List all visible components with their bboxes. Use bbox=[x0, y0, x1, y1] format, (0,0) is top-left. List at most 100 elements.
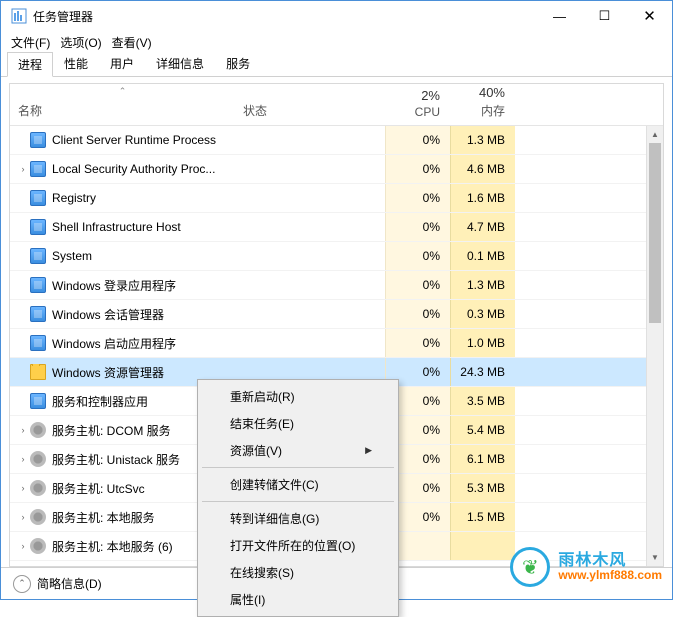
process-cpu: 0% bbox=[385, 184, 450, 212]
memory-percent: 40% bbox=[479, 85, 505, 100]
column-memory-label: 内存 bbox=[481, 102, 505, 119]
expand-icon[interactable]: › bbox=[16, 425, 30, 435]
tab-users[interactable]: 用户 bbox=[99, 51, 145, 76]
process-icon bbox=[30, 219, 46, 235]
process-memory: 0.3 MB bbox=[450, 300, 515, 328]
process-row[interactable]: Client Server Runtime Process0%1.3 MB bbox=[10, 126, 663, 155]
process-name: Windows 启动应用程序 bbox=[52, 335, 176, 352]
process-row[interactable]: System0%0.1 MB bbox=[10, 242, 663, 271]
ctx-end-task[interactable]: 结束任务(E) bbox=[200, 410, 396, 437]
tabbar: 进程 性能 用户 详细信息 服务 bbox=[1, 53, 672, 77]
watermark-logo-icon: ❦ bbox=[510, 547, 550, 587]
process-row[interactable]: Windows 登录应用程序 0%1.3 MB bbox=[10, 271, 663, 300]
tab-services[interactable]: 服务 bbox=[215, 51, 261, 76]
tab-details[interactable]: 详细信息 bbox=[145, 51, 215, 76]
process-cpu: 0% bbox=[385, 300, 450, 328]
window-controls: — ☐ ✕ bbox=[537, 1, 672, 31]
menubar: 文件(F) 选项(O) 查看(V) bbox=[1, 31, 672, 53]
process-icon bbox=[30, 277, 46, 293]
ctx-separator bbox=[202, 501, 394, 502]
watermark: ❦ 雨林木风 www.ylmf888.com bbox=[510, 547, 662, 587]
process-cpu: 0% bbox=[385, 213, 450, 241]
expand-icon[interactable]: › bbox=[16, 483, 30, 493]
watermark-brand: 雨林木风 bbox=[558, 552, 662, 570]
process-row[interactable]: Shell Infrastructure Host 0%4.7 MB bbox=[10, 213, 663, 242]
ctx-resource-values[interactable]: 资源值(V)▶ bbox=[200, 437, 396, 464]
process-icon bbox=[30, 364, 46, 380]
menu-file[interactable]: 文件(F) bbox=[11, 34, 50, 51]
process-name: 服务主机: 本地服务 bbox=[52, 509, 155, 526]
submenu-arrow-icon: ▶ bbox=[365, 445, 372, 456]
minimize-button[interactable]: — bbox=[537, 1, 582, 31]
process-icon bbox=[30, 335, 46, 351]
process-icon bbox=[30, 306, 46, 322]
tab-performance[interactable]: 性能 bbox=[53, 51, 99, 76]
process-memory: 3.5 MB bbox=[450, 387, 515, 415]
process-row[interactable]: › Local Security Authority Proc... 0%4.6 M… bbox=[10, 155, 663, 184]
process-name: Local Security Authority Proc... bbox=[52, 162, 215, 176]
process-name: 服务主机: 本地服务 (6) bbox=[52, 538, 173, 555]
app-icon bbox=[11, 8, 27, 24]
ctx-restart[interactable]: 重新启动(R) bbox=[200, 383, 396, 410]
column-cpu-label: CPU bbox=[415, 105, 440, 119]
process-memory: 6.1 MB bbox=[450, 445, 515, 473]
process-icon bbox=[30, 422, 46, 438]
process-row[interactable]: Windows 启动应用程序0%1.0 MB bbox=[10, 329, 663, 358]
process-memory: 1.3 MB bbox=[450, 271, 515, 299]
process-icon bbox=[30, 248, 46, 264]
expand-icon[interactable]: › bbox=[16, 512, 30, 522]
process-name: 服务和控制器应用 bbox=[52, 393, 148, 410]
scrollbar-thumb[interactable] bbox=[649, 143, 661, 323]
column-name[interactable]: ⌃ 名称 bbox=[10, 84, 235, 125]
column-cpu[interactable]: 2% CPU bbox=[385, 84, 450, 125]
process-name: Windows 会话管理器 bbox=[52, 306, 164, 323]
process-memory: 1.5 MB bbox=[450, 503, 515, 531]
cpu-percent: 2% bbox=[421, 88, 440, 103]
expand-icon[interactable]: › bbox=[16, 541, 30, 551]
ctx-go-details[interactable]: 转到详细信息(G) bbox=[200, 505, 396, 532]
column-memory[interactable]: 40% 内存 bbox=[450, 84, 515, 125]
process-name: Registry bbox=[52, 191, 96, 205]
tab-processes[interactable]: 进程 bbox=[7, 52, 53, 77]
fewer-details-label[interactable]: 简略信息(D) bbox=[37, 575, 102, 592]
ctx-search-online[interactable]: 在线搜索(S) bbox=[200, 559, 396, 586]
process-icon bbox=[30, 509, 46, 525]
watermark-url: www.ylmf888.com bbox=[558, 569, 662, 582]
process-icon bbox=[30, 538, 46, 554]
context-menu: 重新启动(R) 结束任务(E) 资源值(V)▶ 创建转储文件(C) 转到详细信息… bbox=[197, 379, 399, 617]
process-name: System bbox=[52, 249, 92, 263]
process-icon bbox=[30, 132, 46, 148]
watermark-text: 雨林木风 www.ylmf888.com bbox=[558, 552, 662, 583]
menu-view[interactable]: 查看(V) bbox=[112, 34, 152, 51]
process-memory: 4.6 MB bbox=[450, 155, 515, 183]
process-memory: 4.7 MB bbox=[450, 213, 515, 241]
process-icon bbox=[30, 190, 46, 206]
process-name: Windows 资源管理器 bbox=[52, 364, 164, 381]
titlebar: 任务管理器 — ☐ ✕ bbox=[1, 1, 672, 31]
ctx-create-dump[interactable]: 创建转储文件(C) bbox=[200, 471, 396, 498]
fewer-details-icon[interactable]: ⌃ bbox=[13, 575, 31, 593]
process-memory: 0.1 MB bbox=[450, 242, 515, 270]
process-cpu: 0% bbox=[385, 155, 450, 183]
process-name: 服务主机: DCOM 服务 bbox=[52, 422, 171, 439]
expand-icon[interactable]: › bbox=[16, 164, 30, 174]
process-memory: 1.6 MB bbox=[450, 184, 515, 212]
expand-icon[interactable]: › bbox=[16, 454, 30, 464]
ctx-separator bbox=[202, 467, 394, 468]
process-name: Windows 登录应用程序 bbox=[52, 277, 176, 294]
menu-options[interactable]: 选项(O) bbox=[60, 34, 101, 51]
column-status[interactable]: 状态 bbox=[235, 84, 385, 125]
process-cpu: 0% bbox=[385, 271, 450, 299]
scrollbar[interactable]: ▲ ▼ bbox=[646, 126, 663, 566]
process-name: Shell Infrastructure Host bbox=[52, 220, 181, 234]
maximize-button[interactable]: ☐ bbox=[582, 1, 627, 31]
column-headers: ⌃ 名称 状态 2% CPU 40% 内存 bbox=[10, 84, 663, 126]
scroll-up-icon[interactable]: ▲ bbox=[647, 126, 663, 143]
process-memory: 5.4 MB bbox=[450, 416, 515, 444]
close-button[interactable]: ✕ bbox=[627, 1, 672, 31]
process-row[interactable]: Registry 0%1.6 MB bbox=[10, 184, 663, 213]
process-row[interactable]: Windows 会话管理器 0%0.3 MB bbox=[10, 300, 663, 329]
process-icon bbox=[30, 161, 46, 177]
ctx-open-location[interactable]: 打开文件所在的位置(O) bbox=[200, 532, 396, 559]
process-memory: 1.0 MB bbox=[450, 329, 515, 357]
